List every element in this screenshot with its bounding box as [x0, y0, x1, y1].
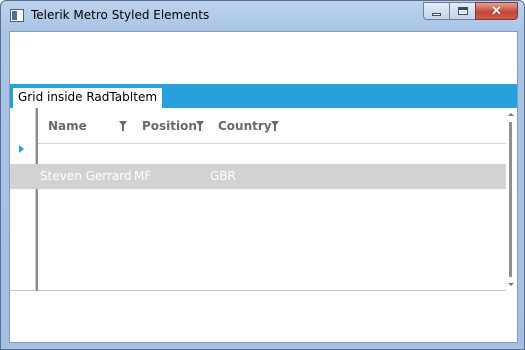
filter-icon[interactable] [271, 121, 279, 131]
cell-position[interactable]: MF [134, 164, 151, 189]
window-controls: ✕ [423, 2, 518, 20]
minimize-button[interactable] [423, 2, 449, 20]
tab-strip: Grid inside RadTabItem [10, 84, 517, 108]
tab-grid-inside-radtabitem[interactable]: Grid inside RadTabItem [13, 88, 163, 108]
column-header-name[interactable]: Name [48, 114, 87, 144]
filter-icon[interactable] [196, 121, 204, 131]
filter-icon[interactable] [119, 121, 127, 131]
title-bar[interactable]: Telerik Metro Styled Elements ✕ [1, 1, 524, 31]
client-area: Grid inside RadTabItem Name Position Cou… [9, 31, 518, 343]
row-header[interactable] [10, 164, 36, 189]
vertical-scrollbar[interactable] [506, 108, 517, 291]
grid-header-row: Name Position Country [38, 114, 506, 144]
window-app-icon[interactable] [10, 9, 24, 22]
maximize-button[interactable] [449, 2, 475, 20]
table-row[interactable]: Steven Gerrard MF GBR [10, 164, 506, 189]
window-title: Telerik Metro Styled Elements [31, 8, 210, 22]
scroll-up-icon[interactable] [508, 113, 514, 116]
cell-country[interactable]: GBR [210, 164, 236, 189]
tab-content: Name Position Country Steven Gerrard MF … [10, 108, 517, 291]
scroll-down-icon[interactable] [508, 283, 514, 286]
app-window: Telerik Metro Styled Elements ✕ Grid ins… [0, 0, 525, 350]
row-indicator-arrow-icon [19, 145, 24, 153]
cell-name[interactable]: Steven Gerrard [40, 164, 132, 189]
scrollbar-thumb[interactable] [509, 122, 512, 277]
close-icon: ✕ [491, 3, 502, 18]
maximize-icon [458, 7, 468, 15]
close-button[interactable]: ✕ [475, 2, 518, 20]
row-indicator-column [10, 108, 36, 291]
minimize-icon [432, 13, 441, 16]
column-header-country[interactable]: Country [218, 114, 272, 144]
column-header-position[interactable]: Position [142, 114, 197, 144]
